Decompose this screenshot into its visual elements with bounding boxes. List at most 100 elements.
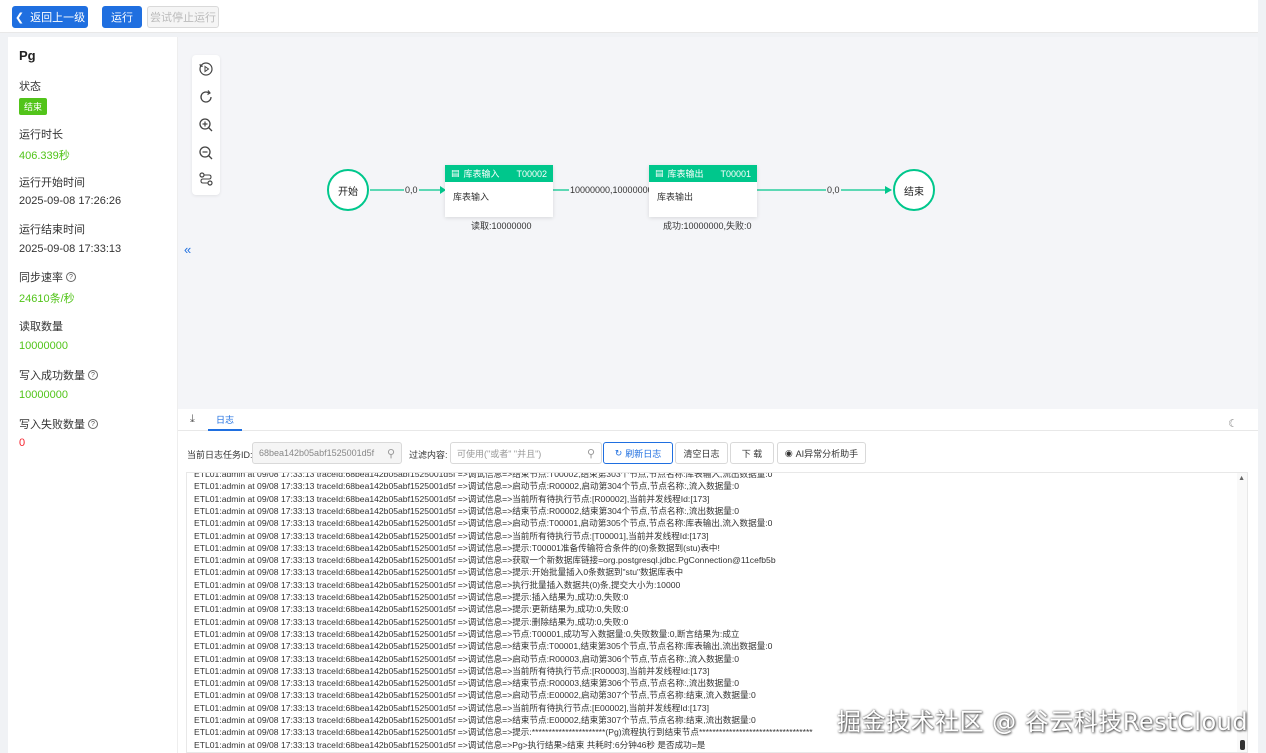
log-line: ETL01:admin at 09/08 17:33:13 traceId:68… [194,481,740,492]
write-success-label: 写入成功数量 ? [19,367,98,383]
question-icon[interactable]: ? [88,370,98,380]
question-icon[interactable]: ? [88,419,98,429]
zoom-in-icon[interactable] [198,117,214,133]
log-line: ETL01:admin at 09/08 17:33:13 traceId:68… [194,518,773,529]
scroll-thumb[interactable] [1240,740,1245,750]
rate-value: 24610条/秒 [19,293,75,305]
scroll-up-icon[interactable]: ▲ [1238,475,1245,482]
log-line: ETL01:admin at 09/08 17:33:13 traceId:68… [194,604,629,615]
flow-canvas[interactable]: « 开始 0,0 ▤ 库表输入 T00002 库表输入 读取:10000000 … [178,37,1258,409]
task-node-header: ▤ 库表输出 T00001 [649,165,757,182]
task-node-id: T00002 [516,168,547,179]
read-count-value: 10000000 [19,340,68,352]
log-line: ETL01:admin at 09/08 17:33:13 traceId:68… [194,727,813,738]
log-line: ETL01:admin at 09/08 17:33:13 traceId:68… [194,567,684,578]
task-id-value: 68bea142b05abf1525001d5f [259,448,375,458]
end-time-value: 2025-09-08 17:33:13 [19,243,122,255]
read-count-label: 读取数量 [19,321,63,333]
log-line: ETL01:admin at 09/08 17:33:13 traceId:68… [194,665,710,676]
top-toolbar: ❮ 返回上一级 运行 尝试停止运行 [0,0,1258,33]
collapse-panel-icon[interactable]: « [184,242,191,257]
refresh-icon: ↻ [614,447,623,458]
log-line: ETL01:admin at 09/08 17:33:13 traceId:68… [194,653,740,664]
task-id-label: 当前日志任务ID: [187,450,253,460]
task-node-title: 库表输出 [667,169,704,179]
chevron-left-icon: ❮ [14,11,25,24]
duration-value: 406.339秒 [19,150,70,162]
refresh-log-label: 刷新日志 [625,448,662,459]
tab-log[interactable]: 日志 [208,409,243,431]
refresh-icon[interactable] [198,89,214,105]
ai-icon: ◉ [784,447,793,458]
stop-run-button[interactable]: 尝试停止运行 [147,6,219,28]
task-node-stat: 读取:10000000 [471,221,532,231]
log-line: ETL01:admin at 09/08 17:33:13 traceId:68… [194,702,709,713]
log-line: ETL01:admin at 09/08 17:33:13 traceId:68… [194,641,773,652]
flow-title: Pg [19,48,36,63]
refresh-log-button[interactable]: ↻ 刷新日志 [603,442,673,464]
back-button[interactable]: ❮ 返回上一级 [12,6,88,28]
zoom-out-icon[interactable] [198,145,214,161]
run-button[interactable]: 运行 [102,6,142,28]
back-button-label: 返回上一级 [30,12,86,24]
log-line: ETL01:admin at 09/08 17:33:13 traceId:68… [194,555,776,566]
moon-icon[interactable]: ☾ [1228,417,1238,430]
log-line: ETL01:admin at 09/08 17:33:13 traceId:68… [194,530,709,541]
task-node-table-output[interactable]: ▤ 库表输出 T00001 库表输出 [649,165,757,217]
task-node-title: 库表输入 [463,169,500,179]
task-node-id: T00001 [720,168,751,179]
log-line: ETL01:admin at 09/08 17:33:13 traceId:68… [194,739,706,750]
log-line: ETL01:admin at 09/08 17:33:13 traceId:68… [194,542,720,553]
log-line: ETL01:admin at 09/08 17:33:13 traceId:68… [194,579,681,590]
start-node[interactable]: 开始 [327,169,369,211]
canvas-toolbar [192,55,220,195]
edge-label: 10000000,10000000 [569,185,654,195]
write-fail-label: 写入失败数量 ? [19,416,98,432]
task-id-input[interactable]: 68bea142b05abf1525001d5f ⚲ [252,442,402,464]
write-fail-value: 0 [19,437,26,449]
log-line: ETL01:admin at 09/08 17:33:13 traceId:68… [194,505,740,516]
task-node-table-input[interactable]: ▤ 库表输入 T00002 库表输入 [445,165,553,217]
table-icon: ▤ [655,168,664,178]
download-log-button[interactable]: 下 载 [730,442,774,464]
question-icon[interactable]: ? [66,272,76,282]
ai-assistant-button[interactable]: ◉ AI异常分析助手 [777,442,866,464]
start-time-value: 2025-09-08 17:26:26 [19,195,122,207]
filter-placeholder: 可使用("或者" "并且") [457,448,542,459]
clear-log-button[interactable]: 清空日志 [675,442,728,464]
log-line: ETL01:admin at 09/08 17:33:13 traceId:68… [194,715,756,725]
edge-label: 0,0 [826,185,841,195]
log-line: ETL01:admin at 09/08 17:33:13 traceId:68… [194,628,740,639]
replay-icon[interactable] [198,61,214,77]
task-node-body: 库表输入 [453,192,490,202]
log-filter-bar: 当前日志任务ID: 68bea142b05abf1525001d5f ⚲ 过滤内… [178,442,1258,466]
end-node[interactable]: 结束 [893,169,935,211]
status-label: 状态 [19,81,41,93]
rate-label: 同步速率 ? [19,269,76,285]
log-line: ETL01:admin at 09/08 17:33:13 traceId:68… [194,690,756,701]
task-node-stat: 成功:10000000,失败:0 [663,221,752,231]
edge-label: 0,0 [404,185,419,195]
download-icon[interactable]: ⤓ [190,413,195,426]
start-node-label: 开始 [338,186,358,198]
write-success-value: 10000000 [19,389,68,401]
task-node-header: ▤ 库表输入 T00002 [445,165,553,182]
task-node-body: 库表输出 [657,192,694,202]
ai-assistant-label: AI异常分析助手 [795,448,859,459]
status-badge: 结束 [19,98,48,115]
end-time-label: 运行结束时间 [19,224,85,236]
filter-input[interactable]: 可使用("或者" "并且") ⚲ [450,442,602,464]
duration-label: 运行时长 [19,129,63,141]
log-tabbar: ⤓ 日志 ☾ [178,409,1258,431]
watermark: 掘金技术社区 @ 谷云科技RestCloud [837,708,1249,736]
log-line: ETL01:admin at 09/08 17:33:13 traceId:68… [194,616,629,627]
start-time-label: 运行开始时间 [19,177,85,189]
run-info-panel: Pg 状态 结束 运行时长 406.339秒 运行开始时间 2025-09-08… [8,37,178,753]
layout-icon[interactable] [198,171,214,187]
search-icon[interactable]: ⚲ [387,447,395,460]
log-line: ETL01:admin at 09/08 17:33:13 traceId:68… [194,472,773,479]
log-line: ETL01:admin at 09/08 17:33:13 traceId:68… [194,493,710,504]
table-icon: ▤ [451,168,460,178]
search-icon[interactable]: ⚲ [587,447,595,460]
log-line: ETL01:admin at 09/08 17:33:13 traceId:68… [194,678,740,689]
